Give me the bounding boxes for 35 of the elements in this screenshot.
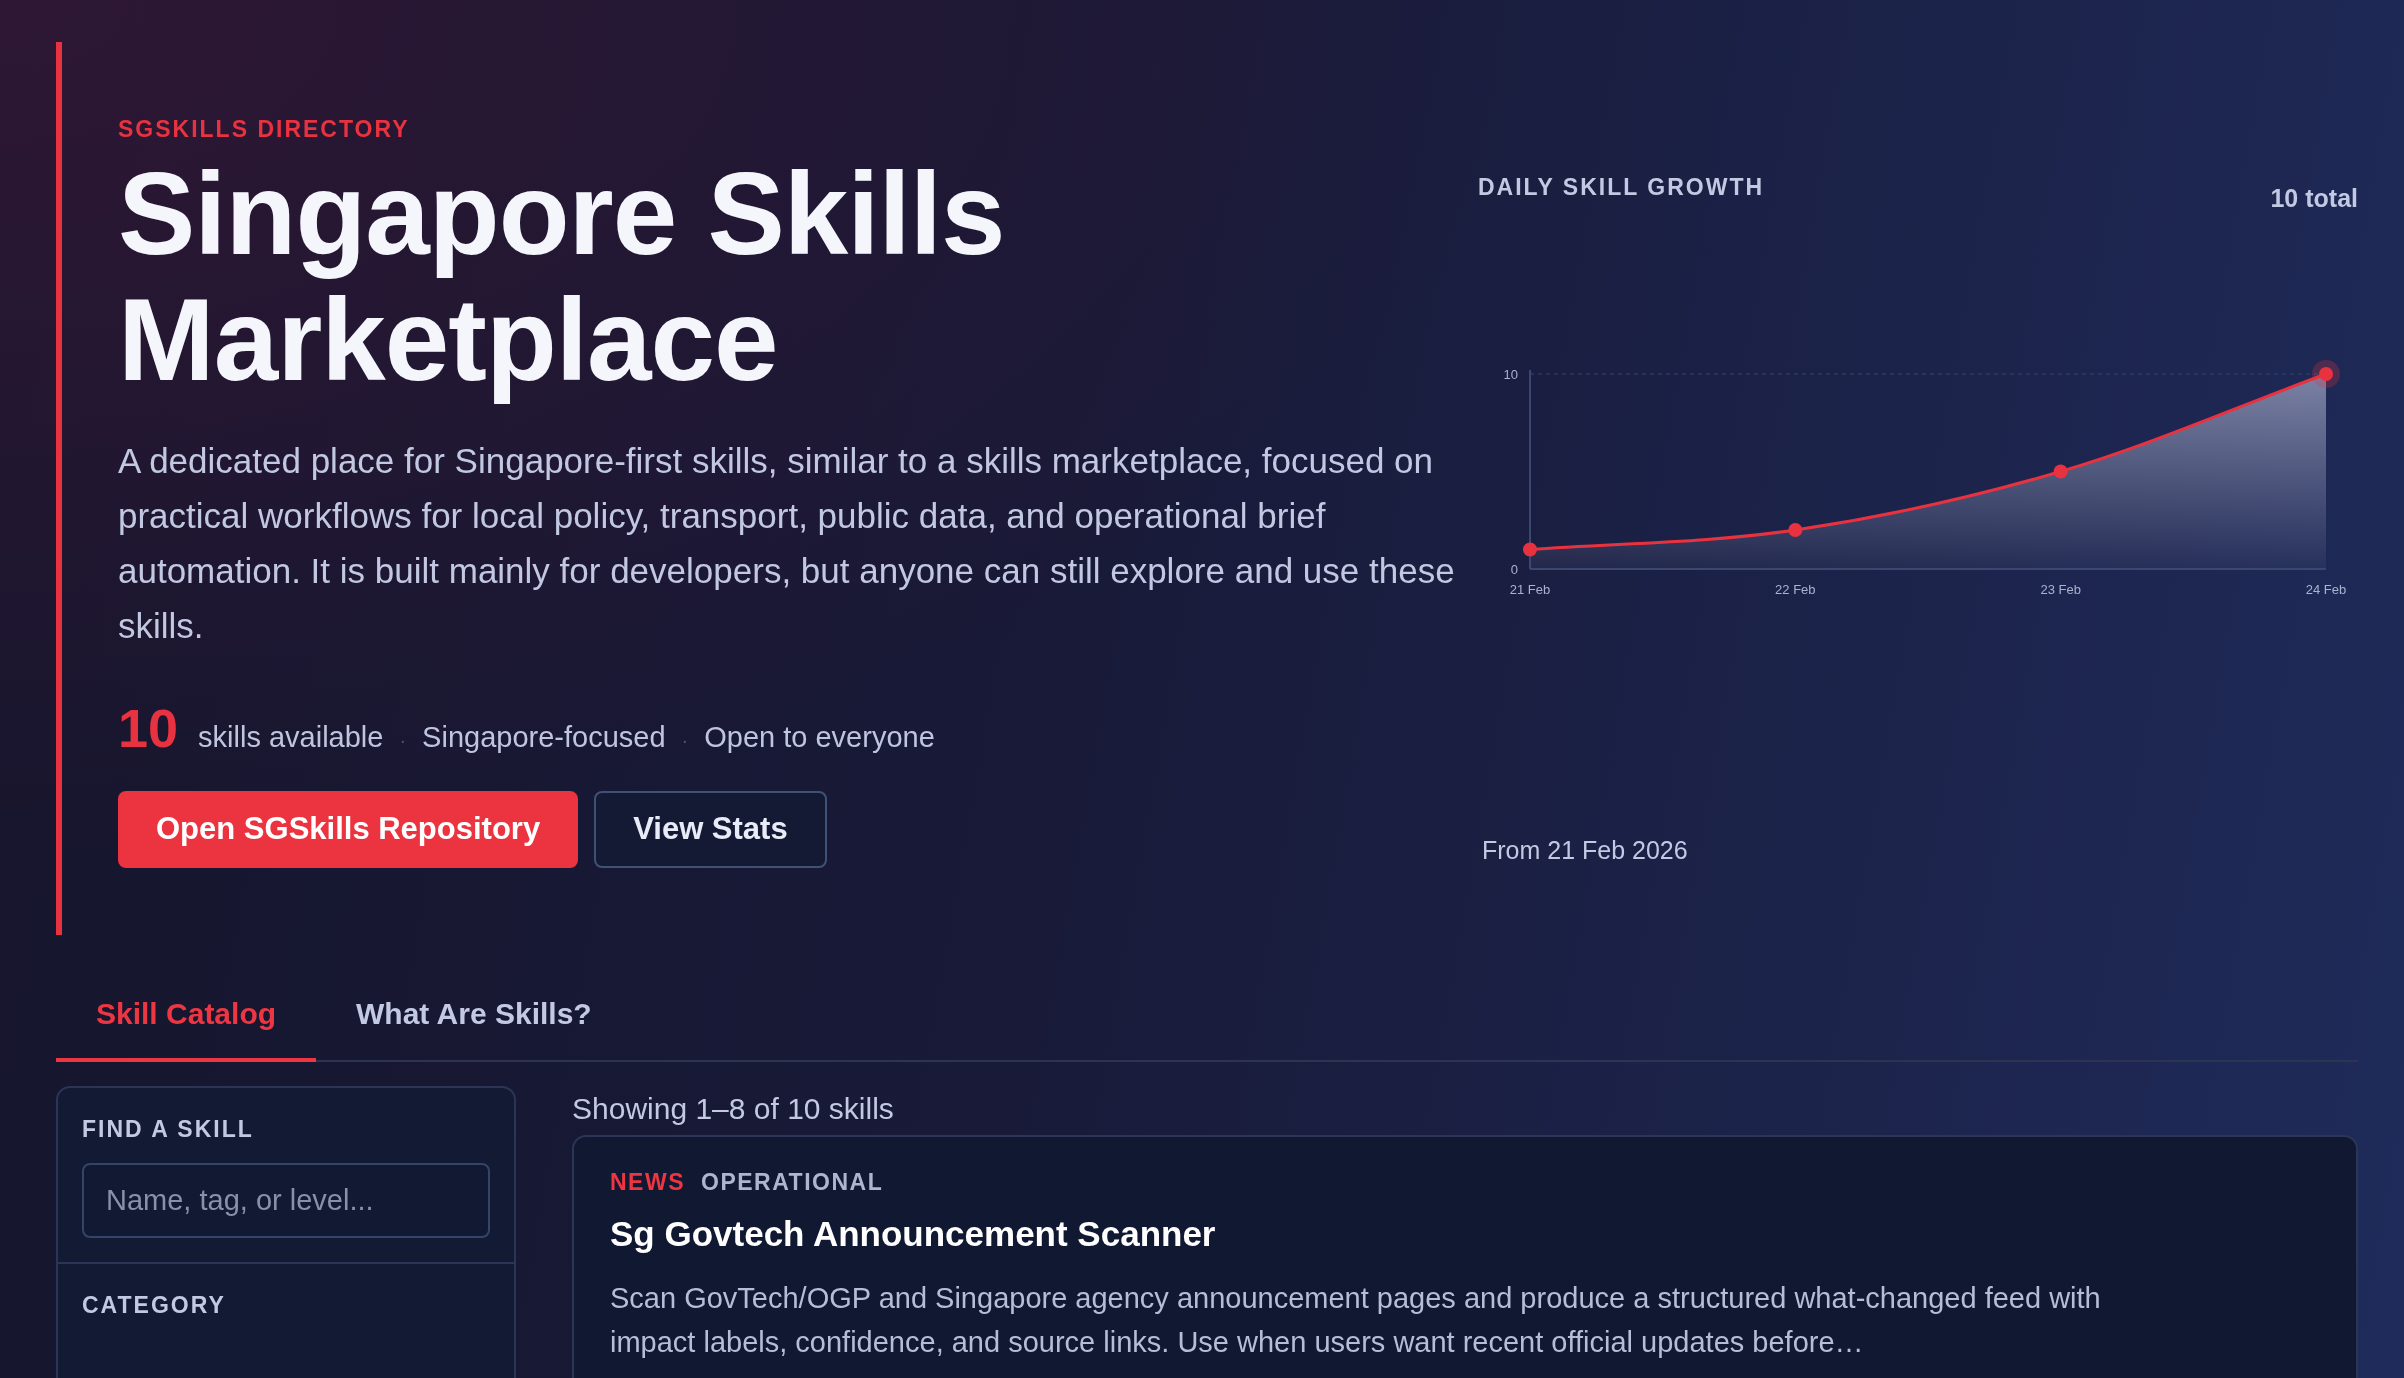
page-title: Singapore Skills Marketplace [118, 150, 1006, 403]
data-point [2053, 464, 2068, 478]
tab[interactable]: What Are Skills? [316, 977, 632, 1062]
separator-dot: · [399, 727, 407, 753]
eyebrow-label: SGSKILLS DIRECTORY [118, 115, 411, 144]
data-point [1523, 542, 1537, 556]
stat-label: Singapore-focused [422, 719, 666, 755]
skill-description: Scan GovTech/OGP and Singapore agency announcement pages and produce a structured what-changed feed with impact labels, confidence, and source links. Use when users want recent official updates before… [610, 1281, 2102, 1360]
category-tag: NEWS [610, 1165, 685, 1200]
hero-description: A dedicated place for Singapore-first skills, similar to a skills marketplace, focused on practical workflows for local policy, transport, public data, and operational brief automation. It is built mainly for developers, but anyone can still explore and use these skills. [118, 439, 1456, 647]
tab[interactable]: Skill Catalog [56, 977, 317, 1062]
x-tick-label: 22 Feb [1775, 581, 1816, 597]
chart-title: DAILY SKILL GROWTH [1478, 173, 1765, 202]
level-tag: OPERATIONAL [701, 1165, 884, 1200]
skill-card[interactable] [572, 1135, 2358, 1378]
results-summary: Showing 1–8 of 10 skills [572, 1091, 895, 1127]
x-tick-label: 24 Feb [2305, 581, 2347, 597]
search-field[interactable]: Name, tag, or level... [82, 1162, 490, 1238]
data-point [2312, 359, 2340, 388]
stats-button[interactable]: View Stats [594, 791, 827, 868]
x-tick-label: 23 Feb [2040, 581, 2081, 597]
y-tick-label: 10 [1503, 366, 1518, 382]
skill-title: Sg Govtech Announcement Scanner [610, 1212, 1217, 1255]
skill-count: 10 [118, 700, 179, 755]
x-tick-label: 21 Feb [1509, 581, 1551, 597]
separator-dot: · [681, 727, 689, 753]
total-count: 10 total [2270, 183, 2358, 214]
section-label: FIND A SKILL [82, 1115, 255, 1144]
section-label: CATEGORY [82, 1291, 227, 1320]
stat-label: Open to everyone [704, 719, 935, 755]
repository-button[interactable]: Open SGSkills Repository [118, 791, 579, 868]
chart-footer: From 21 Feb 2026 [1482, 831, 2358, 869]
data-point [1788, 522, 1803, 537]
stat-label: skills available [198, 719, 384, 755]
y-tick-label: 0 [1510, 561, 1518, 577]
